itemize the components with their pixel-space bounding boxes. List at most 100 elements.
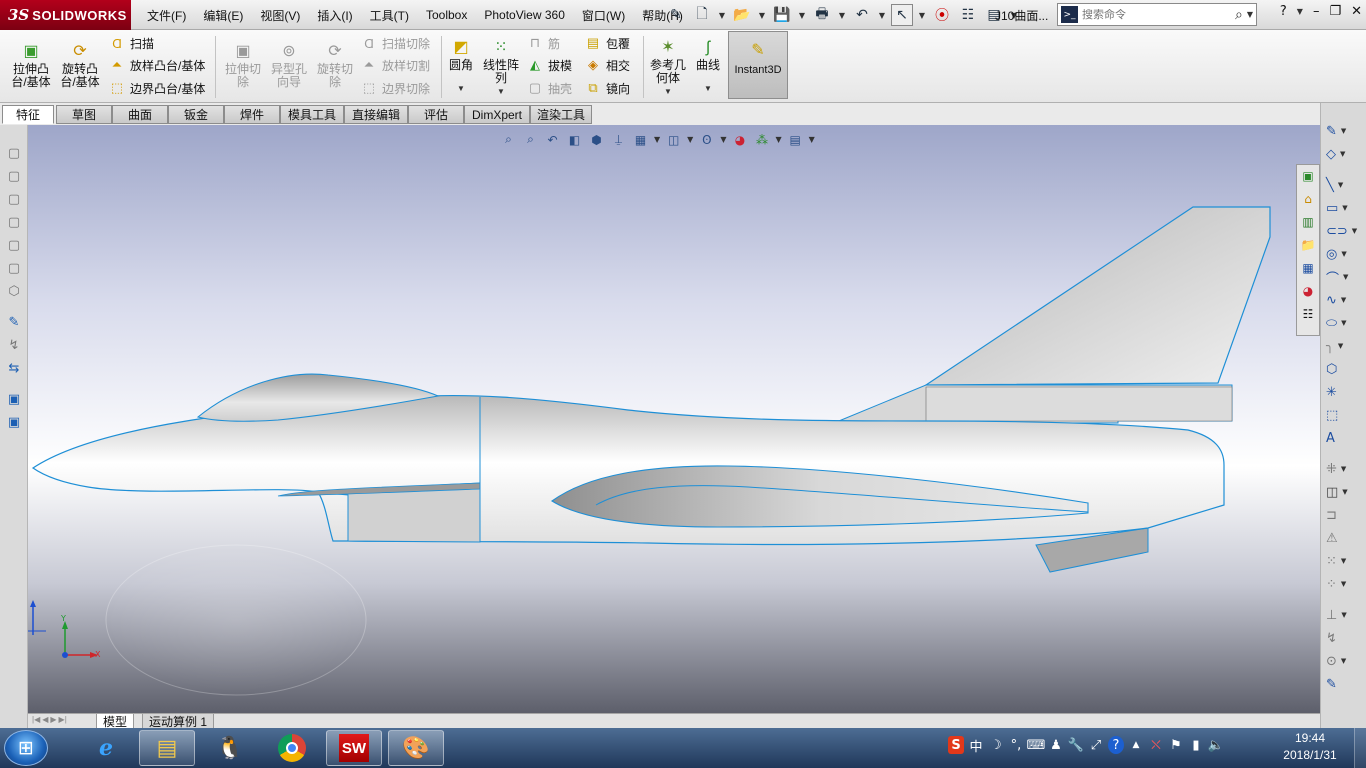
sketch-tool[interactable]: ✎ ▼	[1326, 121, 1366, 141]
solidworks-resources-icon[interactable]: ▣	[1297, 165, 1319, 187]
chevron-down-icon[interactable]: ▼	[1341, 611, 1346, 619]
tab-sketch[interactable]: 草图	[56, 105, 112, 124]
search-input[interactable]	[1082, 8, 1222, 21]
swept-cut-button[interactable]: Ɑ 扫描切除	[360, 34, 430, 52]
system-clock[interactable]: 19:44 2018/1/31	[1274, 730, 1346, 764]
reference-geometry-button[interactable]: ✶ 参考几 何体 ▼	[648, 36, 688, 98]
quick-snaps-tool[interactable]: ⊙ ▼	[1326, 651, 1366, 671]
repair-sketch-tool[interactable]: ↯	[1326, 628, 1366, 648]
revolve-cut-button[interactable]: ⟳ 旋转切 除	[313, 40, 357, 89]
layer-icon[interactable]: ▣	[5, 390, 23, 408]
tab-features[interactable]: 特征	[2, 105, 54, 124]
slot-tool[interactable]: ⊂⊃ ▼	[1326, 221, 1366, 241]
menu-view[interactable]: 视图(V)	[260, 7, 300, 24]
help-tray-icon[interactable]: ?	[1108, 736, 1124, 754]
smart-dimension-tool[interactable]: ◇ ▼	[1326, 144, 1366, 164]
chevron-down-icon[interactable]: ▼	[1341, 465, 1346, 473]
chevron-down-icon[interactable]: ▼	[664, 85, 672, 98]
chevron-down-icon[interactable]: ▼	[717, 4, 727, 26]
chevron-down-icon[interactable]: ▼	[1341, 557, 1346, 565]
chevron-down-icon[interactable]: ▼	[797, 4, 807, 26]
search-icon[interactable]: ⌕	[1235, 7, 1243, 23]
add-relation-tool[interactable]: ⊥ ▼	[1326, 605, 1366, 625]
keyboard-icon[interactable]: ⌨	[1027, 736, 1046, 754]
start-button[interactable]	[4, 730, 48, 766]
volume-icon[interactable]: 🔈	[1208, 736, 1224, 754]
home-icon[interactable]: ⌂	[1297, 188, 1319, 210]
chevron-down-icon[interactable]: ▼	[757, 4, 767, 26]
edit-sketch-icon[interactable]: ✎	[5, 313, 23, 331]
line-tool[interactable]: ╲ ▼	[1326, 175, 1366, 195]
chevron-down-icon[interactable]: ▼	[1352, 227, 1357, 235]
offset-tool[interactable]: ⊐	[1326, 505, 1366, 525]
chevron-down-icon[interactable]: ▼	[1341, 296, 1346, 304]
tab-render-tools[interactable]: 渲染工具	[530, 105, 592, 124]
chevron-down-icon[interactable]: ▼	[1338, 181, 1343, 189]
boundary-boss-button[interactable]: ⬚ 边界凸台/基体	[108, 79, 206, 97]
menu-edit[interactable]: 编辑(E)	[203, 7, 243, 24]
boundary-surface-icon[interactable]: ▢	[5, 236, 23, 254]
text-tool[interactable]: A	[1326, 428, 1366, 448]
chrome-icon[interactable]	[264, 730, 320, 766]
mirror-button[interactable]: ⧉ 镜向	[584, 79, 630, 97]
next-tab-icon[interactable]: ▶	[50, 715, 56, 724]
loft-surface-icon[interactable]: ▢	[5, 213, 23, 231]
fillet-button[interactable]: ◩ 圆角 ▼	[446, 36, 476, 95]
wrench-icon[interactable]: 🔧	[1068, 736, 1084, 754]
arc-tool[interactable]: ⌒ ▼	[1326, 267, 1366, 287]
tab-weldments[interactable]: 焊件	[224, 105, 280, 124]
last-tab-icon[interactable]: ▶|	[59, 715, 67, 724]
mirror-sketch-tool[interactable]: ⚠	[1326, 528, 1366, 548]
revolve-surface-icon[interactable]: ▢	[5, 167, 23, 185]
chevron-down-icon[interactable]: ▼	[1297, 7, 1303, 16]
rectangle-tool[interactable]: ▭ ▼	[1326, 198, 1366, 218]
command-prompt-icon[interactable]: >_	[1061, 6, 1078, 23]
print-icon[interactable]: 🖶	[811, 4, 833, 26]
chevron-down-icon[interactable]: ▼	[837, 4, 847, 26]
sweep-button[interactable]: Ɑ 扫描	[108, 34, 154, 52]
chevron-down-icon[interactable]: ▼	[497, 85, 505, 98]
show-hidden-icons-icon[interactable]: ▲	[1128, 736, 1144, 754]
show-desktop-button[interactable]	[1354, 728, 1366, 768]
intersect-button[interactable]: ◈ 相交	[584, 56, 630, 74]
chevron-down-icon[interactable]: ▼	[1341, 319, 1346, 327]
layer-properties-icon[interactable]: ▣	[5, 413, 23, 431]
spline-tool[interactable]: ∿ ▼	[1326, 290, 1366, 310]
chevron-down-icon[interactable]: ▼	[1342, 488, 1347, 496]
point-tool[interactable]: ✳	[1326, 382, 1366, 402]
wrap-button[interactable]: ▤ 包覆	[584, 34, 630, 52]
file-explorer-icon[interactable]: 📁	[1297, 234, 1319, 256]
menu-toolbox[interactable]: Toolbox	[426, 8, 467, 22]
tab-dimxpert[interactable]: DimXpert	[464, 105, 530, 124]
planar-surface-icon[interactable]: ⬡	[5, 282, 23, 300]
chevron-down-icon[interactable]: ▼	[1340, 150, 1345, 158]
solidworks-taskbar-icon[interactable]: SW	[326, 730, 382, 766]
punctuation-icon[interactable]: °,	[1008, 736, 1024, 754]
file-explorer-taskbar-icon[interactable]: ▤	[139, 730, 195, 766]
instant3d-button[interactable]: ✎ Instant3D	[728, 31, 788, 99]
ellipse-tool[interactable]: ⬭ ▼	[1326, 313, 1366, 333]
paint-icon[interactable]: 🎨	[388, 730, 444, 766]
menu-tools[interactable]: 工具(T)	[370, 7, 409, 24]
aircraft-model[interactable]	[28, 125, 1320, 713]
user-icon[interactable]: ♟	[1048, 736, 1064, 754]
plane-tool[interactable]: ⬚	[1326, 405, 1366, 425]
chevron-down-icon[interactable]: ▼	[457, 82, 465, 95]
open-folder-icon[interactable]: 📂	[731, 4, 753, 26]
previous-tab-icon[interactable]: ◀	[42, 715, 48, 724]
graphics-area[interactable]: ⌕ ⌕ ↶ ◧ ⬢ ⍊ ▦ ▼ ◫ ▼ ʘ ▼ ◕ ⁂ ▼ ▤ ▼ ◫ ◨ ❐ …	[28, 125, 1320, 713]
coordinate-triad[interactable]: Y X	[28, 595, 108, 665]
chevron-down-icon[interactable]: ▼	[877, 4, 887, 26]
restore-icon[interactable]: ❐	[1329, 4, 1341, 19]
chevron-down-icon[interactable]: ▼	[1338, 342, 1343, 350]
tab-mold-tools[interactable]: 模具工具	[280, 105, 344, 124]
extrude-surface-icon[interactable]: ▢	[5, 144, 23, 162]
menu-insert[interactable]: 插入(I)	[317, 7, 352, 24]
hole-wizard-button[interactable]: ⊚ 异型孔 向导	[267, 40, 311, 89]
rib-button[interactable]: ⊓ 筋	[526, 34, 560, 52]
new-document-icon[interactable]: 🗋	[691, 4, 713, 26]
extrude-cut-button[interactable]: ▣ 拉伸切 除	[221, 40, 265, 89]
linear-pattern-sketch-tool[interactable]: ⁙ ▼	[1326, 551, 1366, 571]
rebuild-traffic-light-icon[interactable]: ⦿	[931, 4, 953, 26]
move-entities-icon[interactable]: ⇆	[5, 359, 23, 377]
